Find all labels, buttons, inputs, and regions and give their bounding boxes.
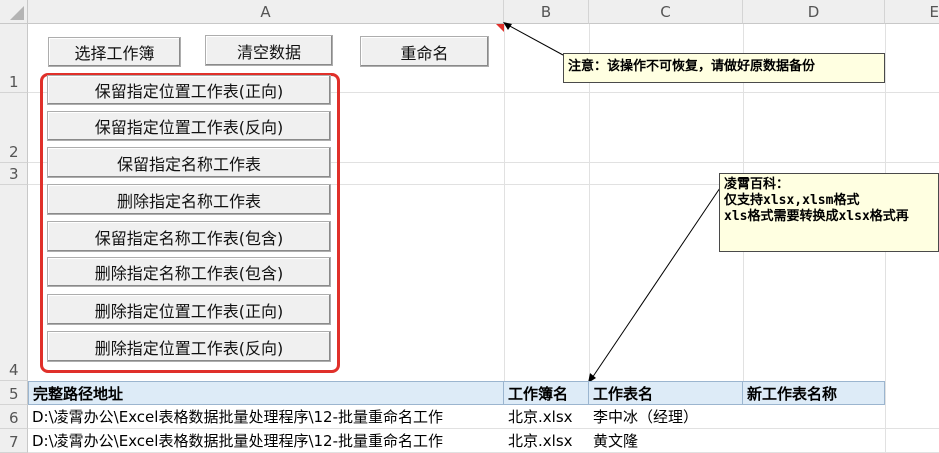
column-header-c[interactable]: C	[589, 0, 743, 24]
select-workbook-button[interactable]: 选择工作簿	[48, 37, 181, 67]
keep-by-position-forward-button[interactable]: 保留指定位置工作表(正向)	[47, 75, 331, 105]
delete-by-name-contains-button[interactable]: 删除指定名称工作表(包含)	[47, 257, 331, 287]
row-header-1[interactable]: 1	[0, 24, 28, 93]
table-cell-new-sheet[interactable]	[743, 405, 885, 428]
row-header-7[interactable]: 7	[0, 429, 28, 453]
gridline	[504, 24, 505, 381]
table-header-new-sheet: 新工作表名称	[743, 381, 885, 405]
table-cell-new-sheet[interactable]	[743, 429, 885, 452]
clear-data-button[interactable]: 清空数据	[205, 35, 333, 66]
keep-by-position-reverse-button[interactable]: 保留指定位置工作表(反向)	[47, 111, 331, 141]
table-cell-sheet[interactable]: 黄文隆	[589, 429, 743, 452]
select-all-triangle-icon	[10, 6, 24, 20]
select-all-corner[interactable]	[0, 0, 28, 24]
table-cell-workbook[interactable]: 北京.xlsx	[504, 405, 589, 428]
delete-by-position-reverse-button[interactable]: 删除指定位置工作表(反向)	[47, 331, 331, 362]
table-cell-workbook[interactable]: 北京.xlsx	[504, 429, 589, 452]
comment-indicator-a1	[496, 24, 504, 32]
table-cell-path[interactable]: D:\凌霄办公\Excel表格数据批量处理程序\12-批量重命名工作	[28, 405, 504, 428]
info-note: 凌霄百科： 仅支持xlsx,xlsm格式 xls格式需要转换成xlsx格式再	[719, 173, 939, 252]
warning-note: 注意：该操作不可恢复，请做好原数据备份	[563, 53, 885, 83]
column-header-e[interactable]: E	[885, 0, 939, 24]
row-header-4[interactable]: 4	[0, 185, 28, 381]
keep-by-name-button[interactable]: 保留指定名称工作表	[47, 147, 331, 178]
table-header-workbook: 工作簿名	[504, 381, 589, 405]
rename-button[interactable]: 重命名	[360, 36, 489, 67]
row-header-6[interactable]: 6	[0, 405, 28, 429]
table-cell-sheet[interactable]: 李中冰（经理）	[589, 405, 743, 428]
info-note-arrow	[589, 187, 721, 382]
delete-by-position-forward-button[interactable]: 删除指定位置工作表(正向)	[47, 294, 331, 325]
row-header-2[interactable]: 2	[0, 93, 28, 163]
row-header-5[interactable]: 5	[0, 381, 28, 405]
column-header-a[interactable]: A	[28, 0, 504, 24]
column-header-d[interactable]: D	[743, 0, 885, 24]
warning-note-arrow	[505, 23, 564, 56]
delete-by-name-button[interactable]: 删除指定名称工作表	[47, 184, 331, 215]
column-header-b[interactable]: B	[504, 0, 589, 24]
table-header-full-path: 完整路径地址	[28, 381, 504, 405]
table-cell-path[interactable]: D:\凌霄办公\Excel表格数据批量处理程序\12-批量重命名工作	[28, 429, 504, 452]
table-header-sheet: 工作表名	[589, 381, 743, 405]
keep-by-name-contains-button[interactable]: 保留指定名称工作表(包含)	[47, 221, 331, 252]
row-header-3[interactable]: 3	[0, 163, 28, 185]
